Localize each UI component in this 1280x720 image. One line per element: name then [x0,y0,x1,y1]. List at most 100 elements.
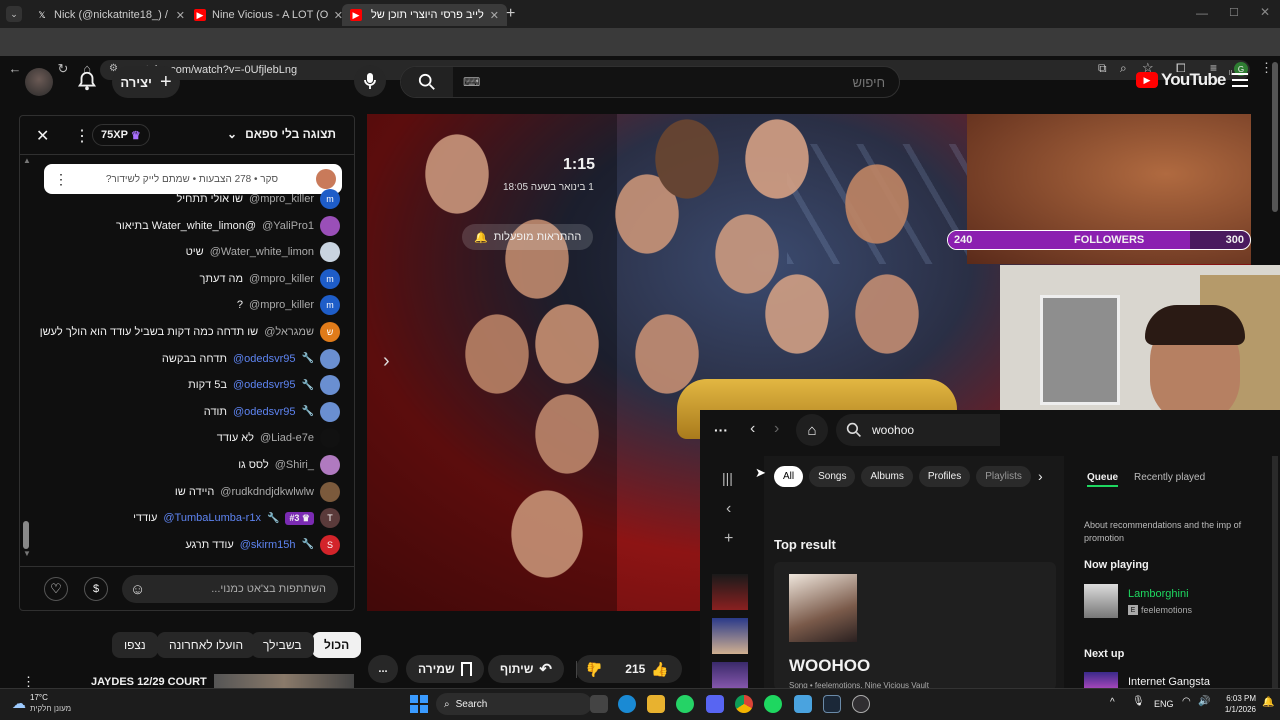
chat-username[interactable]: @Shiri_ [275,459,314,471]
queue-scrollbar[interactable] [1272,456,1278,690]
chat-message[interactable]: שו אולי תתחיל @mpro_killer m [176,188,340,210]
zoom-icon[interactable]: ⌕ [1120,61,1127,76]
avatar[interactable]: m [320,189,340,209]
chat-username[interactable]: @odedsvr95 [233,406,296,418]
whatsapp-icon[interactable] [676,695,694,713]
search-button[interactable] [401,67,453,97]
avatar[interactable] [320,348,340,369]
page-scrollbar[interactable] [1272,62,1278,212]
new-tab-button[interactable]: + [506,5,515,23]
taskbar-search[interactable]: ⌕ Search [436,693,592,715]
chat-username[interactable]: @שמגראל [264,326,314,338]
guide-menu-icon[interactable] [1232,73,1248,87]
chat-message[interactable]: מה דעתך @mpro_killer m [199,268,340,290]
tab-list-menu[interactable]: ⌄ [6,6,22,22]
spotify-icon[interactable] [764,695,782,713]
chat-username[interactable]: @mpro_killer [249,193,314,205]
chat-message[interactable]: שיט @Water_white_limon [186,241,340,263]
discord-icon[interactable] [706,695,724,713]
chat-message[interactable]: ? @mpro_killer m [237,294,340,316]
library-icon[interactable]: ||| [722,470,733,486]
chat-message[interactable]: @Water_white_limon בתיאור @YaliPro1 [116,215,340,237]
chat-message[interactable]: תודה @odedsvr95 🔧 [204,401,340,423]
save-button[interactable]: שמירה [406,655,484,683]
spotify-back-icon[interactable]: ‹ [750,420,755,438]
chat-username[interactable]: @odedsvr95 [233,353,296,365]
close-tab-icon[interactable]: ✕ [176,9,185,22]
avatar[interactable] [320,215,340,236]
avatar[interactable]: ש [320,322,340,342]
keyboard-icon[interactable]: ⌨ [463,75,480,89]
chip-playlists[interactable]: Playlists [976,466,1031,487]
chip-albums[interactable]: Albums [861,466,913,487]
reload-icon[interactable]: ↻ [54,61,72,77]
close-chat-icon[interactable]: ✕ [36,126,49,146]
weather-widget[interactable]: ☁ 17°C מעונן חלקית [12,692,71,714]
filter-chip-watched[interactable]: נצפו [112,632,158,658]
tray-mic-icon[interactable]: 🎙 [1132,696,1145,707]
chat-username[interactable]: @skirm15h [240,539,296,551]
chat-message[interactable]: היידה שו @rudkdndjdkwlwlw [175,481,340,503]
filter-chip-for-you[interactable]: בשבילך [251,632,314,658]
avatar[interactable]: m [320,295,340,316]
heart-icon[interactable]: ♡ [44,577,68,601]
spotify-more-icon[interactable]: ··· [714,422,728,438]
chrome-icon[interactable] [735,695,753,713]
chat-more-icon[interactable]: ⋮ [74,126,90,146]
recently-played-tab[interactable]: Recently played [1134,472,1205,483]
chips-next-icon[interactable]: › [1038,468,1043,484]
close-tab-icon[interactable]: ✕ [490,9,499,22]
chat-message[interactable]: ב5 דקות @odedsvr95 🔧 [188,374,340,396]
avatar[interactable] [320,401,340,422]
notepad-icon[interactable] [794,695,812,713]
chip-songs[interactable]: Songs [809,466,856,487]
tab-x[interactable]: 𝕏 Nick (@nickatnite18_) / X ✕ [28,4,193,26]
related-video-thumbnail[interactable] [214,674,354,688]
chat-message[interactable]: עודד תרגע @skirm15h 🔧 S [185,534,340,556]
install-app-icon[interactable]: ⧉ [1098,61,1107,76]
voice-search-button[interactable] [354,65,386,97]
now-playing-artist[interactable]: feelemotions [1141,605,1192,615]
queue-note[interactable]: About recommendations and the imp of pro… [1084,519,1244,545]
avatar[interactable] [320,428,340,449]
avatar[interactable]: S [320,534,340,555]
wifi-icon[interactable]: ◠ [1182,696,1191,707]
notification-center-icon[interactable]: 🔔 [1262,697,1274,708]
chat-message[interactable]: שו תדחה כמה דקות בשביל עודד הוא הולך לעש… [40,321,340,343]
share-button[interactable]: שיתוף ↶ [488,655,564,683]
avatar[interactable] [320,455,340,475]
search-box[interactable]: ⌨ [400,66,900,98]
chat-scrollbar[interactable]: ▲ ▼ [23,156,31,566]
library-item[interactable] [712,662,748,690]
chat-username[interactable]: @TumbaLumba-r1x [163,512,261,524]
spotify-home-button[interactable]: ⌂ [796,414,828,446]
minimize-icon[interactable]: — [1196,6,1208,20]
chat-message[interactable]: לא עודד @Liad-e7e [217,427,340,449]
chat-username[interactable]: @mpro_killer [249,273,314,285]
more-actions-button[interactable]: ... [368,655,398,683]
maximize-icon[interactable]: ☐ [1229,6,1239,19]
now-playing-title[interactable]: Lamborghini [1128,588,1189,600]
chat-username[interactable]: @mpro_killer [249,299,314,311]
emoji-icon[interactable]: ☺ [130,581,145,598]
edge-icon[interactable] [618,695,636,713]
library-item[interactable] [712,618,748,654]
spotify-forward-icon[interactable]: › [774,420,779,438]
account-avatar[interactable] [25,68,53,96]
start-button[interactable] [410,695,428,713]
chat-username[interactable]: @odedsvr95 [233,379,296,391]
avatar[interactable] [320,375,340,396]
next-up-title[interactable]: Internet Gangsta [1128,676,1210,688]
related-video-title[interactable]: JAYDES 12/29 COURT [91,676,207,688]
avatar[interactable] [320,481,340,502]
like-button[interactable]: 215 👍 [612,661,682,678]
collapse-library-icon[interactable]: ‹ [726,500,731,518]
chip-all[interactable]: All [774,466,804,487]
library-item[interactable] [712,574,748,610]
steam-icon[interactable] [823,695,841,713]
chip-profiles[interactable]: Profiles [918,466,971,487]
youtube-logo[interactable]: ▶ YouTube IL [1136,70,1234,90]
chat-username[interactable]: @Liad-e7e [260,432,314,444]
spotify-search-box[interactable]: woohoo [836,414,1000,446]
create-button[interactable]: יצירה + [112,66,180,98]
